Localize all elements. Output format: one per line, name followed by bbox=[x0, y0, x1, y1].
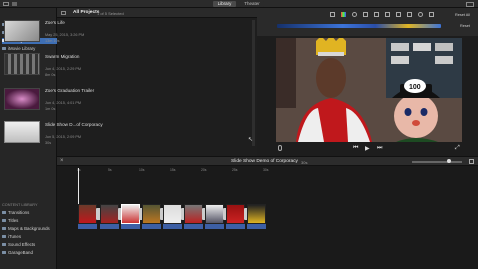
ruler-tick: 5s bbox=[108, 168, 112, 172]
stabilization-icon[interactable] bbox=[374, 12, 379, 17]
music-icon bbox=[2, 235, 6, 239]
color-balance-icon[interactable] bbox=[341, 12, 346, 17]
ruler-tick: 10s bbox=[139, 168, 145, 172]
info-icon[interactable] bbox=[429, 12, 434, 17]
ruler-tick: 25s bbox=[232, 168, 238, 172]
content-item-sound-effects[interactable]: Sound Effects bbox=[2, 242, 35, 248]
project-date: Jun 5, 2015, 2:09 PM bbox=[45, 135, 82, 139]
project-date: Jun 4, 2015, 2:29 PM bbox=[45, 67, 82, 71]
timeline-clip[interactable] bbox=[163, 204, 182, 224]
project-title[interactable]: Zoe's Life bbox=[45, 20, 65, 25]
content-item-transitions[interactable]: Transitions bbox=[2, 210, 29, 216]
project-title[interactable]: Slide Show D...of Corporacy bbox=[45, 122, 103, 127]
content-item-maps-backgrounds[interactable]: Maps & Backgrounds bbox=[2, 226, 50, 232]
preview-image: 100 bbox=[276, 38, 462, 142]
import-icon[interactable] bbox=[12, 1, 17, 6]
timeline-header: × Slide Show Demo of Corporacy 30s bbox=[57, 156, 478, 166]
project-date: Jun 4, 2015, 4:01 PM bbox=[45, 101, 82, 105]
library-tab[interactable]: Library bbox=[213, 1, 236, 7]
fullscreen-icon[interactable]: ⤢ bbox=[455, 145, 460, 152]
microphone-icon[interactable] bbox=[278, 145, 282, 151]
project-date: May 25, 2015, 3:26 PM bbox=[45, 33, 85, 37]
content-library-heading: CONTENT LIBRARY bbox=[2, 203, 38, 207]
project-duration: 13m 10s bbox=[45, 39, 60, 43]
project-thumbnail[interactable] bbox=[4, 53, 40, 75]
color-correction-icon[interactable] bbox=[352, 12, 357, 17]
timeline-clip[interactable] bbox=[142, 204, 161, 224]
timeline-duration: 30s bbox=[301, 159, 308, 165]
audio-track[interactable] bbox=[121, 224, 140, 229]
timeline-clip-selected[interactable] bbox=[121, 204, 140, 224]
project-browser bbox=[57, 8, 257, 156]
reset-button[interactable]: Reset bbox=[460, 24, 470, 28]
share-icon[interactable] bbox=[466, 1, 474, 7]
audio-track[interactable] bbox=[226, 224, 245, 229]
guitar-icon bbox=[2, 251, 6, 255]
play-icon[interactable]: ▶ bbox=[365, 145, 370, 152]
color-balance-slider[interactable] bbox=[277, 24, 441, 28]
project-thumbnail[interactable] bbox=[4, 88, 40, 110]
adjustment-toolbar: Reset All Reset bbox=[257, 8, 478, 36]
ruler-tick: 20s bbox=[201, 168, 207, 172]
sidebar-item-imovie-library[interactable]: iMovie Library bbox=[2, 46, 35, 52]
timeline-clip[interactable] bbox=[184, 204, 203, 224]
speed-icon[interactable] bbox=[407, 12, 412, 17]
audio-track[interactable] bbox=[163, 224, 182, 229]
video-preview: 100 bbox=[276, 38, 462, 142]
selection-count: 1 of 5 Selected bbox=[97, 10, 124, 16]
timeline-clip[interactable] bbox=[78, 204, 97, 224]
ruler-tick: 15s bbox=[170, 168, 176, 172]
ruler-tick: 30s bbox=[263, 168, 269, 172]
audio-track[interactable] bbox=[100, 224, 119, 229]
audio-track[interactable] bbox=[247, 224, 266, 229]
zoom-slider[interactable] bbox=[412, 160, 462, 163]
audio-track[interactable] bbox=[142, 224, 161, 229]
volume-icon[interactable] bbox=[385, 12, 390, 17]
browser-scrollbar[interactable] bbox=[252, 20, 255, 146]
clip-filter-icon[interactable] bbox=[418, 12, 423, 17]
project-thumbnail[interactable] bbox=[4, 121, 40, 143]
project-duration: 8m 0s bbox=[45, 73, 56, 77]
audio-track[interactable] bbox=[78, 224, 97, 229]
magic-wand-icon[interactable] bbox=[330, 12, 335, 17]
maps-icon bbox=[2, 227, 6, 231]
reset-all-button[interactable]: Reset All bbox=[455, 13, 470, 17]
sound-effects-icon bbox=[2, 243, 6, 247]
project-title[interactable]: Zoe's Graduation Trailer bbox=[45, 88, 94, 93]
project-duration: 1m 0s bbox=[45, 107, 56, 111]
library-icon bbox=[2, 47, 6, 51]
zoom-slider-knob[interactable] bbox=[447, 159, 451, 163]
browser-header: All Projects 1 of 5 Selected bbox=[57, 8, 257, 18]
top-toolbar bbox=[0, 0, 478, 8]
timeline-settings-icon[interactable] bbox=[469, 159, 474, 164]
svg-text:100: 100 bbox=[409, 84, 421, 91]
timeline-clip[interactable] bbox=[100, 204, 119, 224]
titles-icon bbox=[2, 219, 6, 223]
skip-forward-icon[interactable]: ⏭ bbox=[377, 145, 382, 152]
crop-icon[interactable] bbox=[363, 12, 368, 17]
project-duration: 30s bbox=[45, 141, 52, 145]
theater-tab[interactable]: Theater bbox=[240, 1, 264, 7]
timeline-title: Slide Show Demo of Corporacy bbox=[231, 159, 298, 164]
project-thumbnail[interactable] bbox=[4, 20, 40, 42]
timeline-clip[interactable] bbox=[247, 204, 266, 224]
content-item-titles[interactable]: Titles bbox=[2, 218, 18, 224]
content-item-itunes[interactable]: iTunes bbox=[2, 234, 21, 240]
close-icon[interactable]: × bbox=[60, 158, 64, 164]
timeline-clip[interactable] bbox=[226, 204, 245, 224]
timeline-clip[interactable] bbox=[205, 204, 224, 224]
skip-back-icon[interactable]: ⏮ bbox=[353, 145, 358, 152]
sidebar-toggle-icon[interactable] bbox=[3, 1, 9, 6]
content-item-garageband[interactable]: GarageBand bbox=[2, 250, 33, 256]
project-title[interactable]: Swarm Migration bbox=[45, 54, 79, 59]
noise-reduction-icon[interactable] bbox=[396, 12, 401, 17]
grid-view-icon[interactable] bbox=[61, 11, 66, 15]
transitions-icon bbox=[2, 211, 6, 215]
browser-title: All Projects bbox=[73, 10, 100, 15]
audio-track[interactable] bbox=[184, 224, 203, 229]
mouse-cursor-icon: ↖ bbox=[248, 137, 254, 143]
audio-track[interactable] bbox=[205, 224, 224, 229]
